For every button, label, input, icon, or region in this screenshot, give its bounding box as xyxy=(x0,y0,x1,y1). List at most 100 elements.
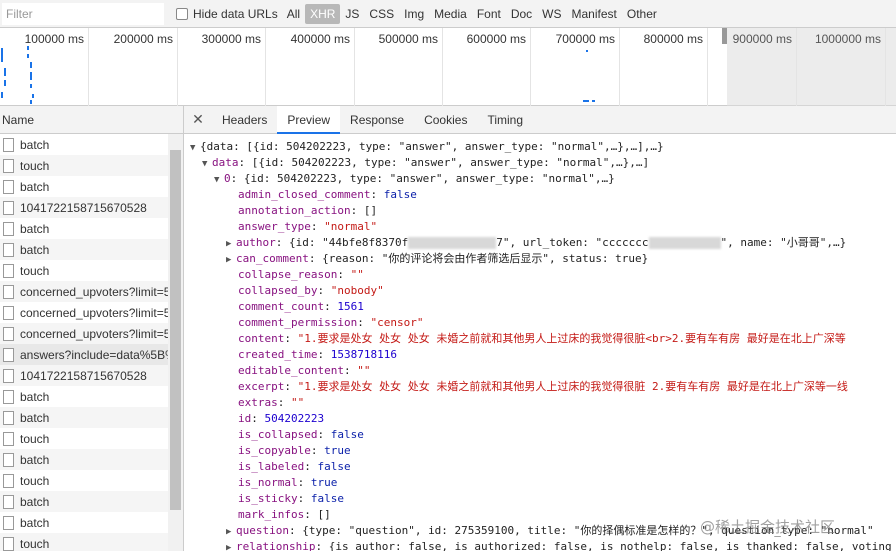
json-field-author[interactable]: ▶ author: {id: "44bfe8f8370f 7", url_token… xyxy=(226,235,846,251)
hide-data-urls-toggle[interactable]: Hide data URLs xyxy=(176,7,278,21)
json-key: collapse_reason xyxy=(238,268,338,281)
json-field-answer-type[interactable]: answer_type: "normal" xyxy=(238,219,377,235)
type-filter-font[interactable]: Font xyxy=(472,4,506,24)
json-preview: ▼ {data: [{id: 504202223, type: "answer",… xyxy=(184,134,896,551)
json-field-collapse-reason[interactable]: collapse_reason: "" xyxy=(238,267,364,283)
request-row[interactable]: batch xyxy=(0,491,183,512)
json-field-is-sticky[interactable]: is_sticky: false xyxy=(238,491,344,507)
request-list-scrollbar-thumb[interactable] xyxy=(170,150,181,510)
file-icon xyxy=(3,515,14,530)
type-filter-manifest[interactable]: Manifest xyxy=(567,4,622,24)
request-row[interactable]: batch xyxy=(0,134,183,155)
request-row[interactable]: batch xyxy=(0,176,183,197)
json-field-comment-permission[interactable]: comment_permission: "censor" xyxy=(238,315,423,331)
network-timeline[interactable]: 100000 ms 200000 ms 300000 ms 400000 ms 5000… xyxy=(0,28,896,109)
json-field-created-time[interactable]: created_time: 1538718116 xyxy=(238,347,397,363)
request-name: touch xyxy=(20,536,50,551)
json-field-is-collapsed[interactable]: is_collapsed: false xyxy=(238,427,364,443)
timeline-range-handle[interactable] xyxy=(722,28,727,44)
json-value: ", name: "小哥哥",…} xyxy=(720,236,847,249)
request-row[interactable]: touch xyxy=(0,428,183,449)
file-icon xyxy=(3,158,14,173)
column-header-name[interactable]: Name xyxy=(0,106,184,134)
request-row[interactable]: touch xyxy=(0,470,183,491)
tab-headers[interactable]: Headers xyxy=(212,106,277,134)
timeline-tick-label: 800000 ms xyxy=(643,32,703,46)
type-filter-js[interactable]: JS xyxy=(340,4,364,24)
json-field-editable-content[interactable]: editable_content: "" xyxy=(238,363,370,379)
request-name: concerned_upvoters?limit=5 xyxy=(20,305,168,320)
tab-timing[interactable]: Timing xyxy=(477,106,533,134)
json-value: false xyxy=(383,188,417,201)
resource-type-filters: All XHR JS CSS Img Media Font Doc WS Manifest Othe… xyxy=(282,3,662,24)
expand-triangle-icon[interactable]: ▶ xyxy=(226,252,236,268)
type-filter-img[interactable]: Img xyxy=(399,4,429,24)
timeline-request-bar xyxy=(30,62,32,68)
type-filter-media[interactable]: Media xyxy=(429,4,472,24)
json-key: collapsed_by xyxy=(238,284,318,297)
request-name: batch xyxy=(20,410,50,425)
expand-triangle-icon[interactable]: ▶ xyxy=(226,540,236,551)
timeline-tick-label: 200000 ms xyxy=(113,32,173,46)
request-row[interactable]: batch xyxy=(0,218,183,239)
request-row[interactable]: batch xyxy=(0,512,183,533)
request-row[interactable]: concerned_upvoters?limit=5 xyxy=(0,323,183,344)
request-row[interactable]: batch xyxy=(0,407,183,428)
json-key: is_sticky xyxy=(238,492,298,505)
type-filter-other[interactable]: Other xyxy=(622,4,662,24)
filter-input[interactable]: Filter xyxy=(2,2,164,25)
json-data-line[interactable]: ▼ data: [{id: 504202223, type: "answer", … xyxy=(202,155,649,171)
request-name: batch xyxy=(20,515,50,530)
json-key: annotation_action xyxy=(238,204,351,217)
json-field-extras[interactable]: extras: "" xyxy=(238,395,304,411)
json-key: id xyxy=(238,412,252,425)
json-field-comment-count[interactable]: comment_count: 1561 xyxy=(238,299,364,315)
timeline-request-bar xyxy=(30,84,32,88)
type-filter-css[interactable]: CSS xyxy=(364,4,399,24)
type-filter-ws[interactable]: WS xyxy=(537,4,566,24)
json-field-content[interactable]: content: "1.要求是处女 处女 处女 未婚之前就和其他男人上过床的我觉… xyxy=(238,331,846,347)
type-filter-all[interactable]: All xyxy=(282,4,305,24)
json-field-mark-infos[interactable]: mark_infos: [] xyxy=(238,507,331,523)
json-field-id[interactable]: id: 504202223 xyxy=(238,411,324,427)
json-item-0-line[interactable]: ▼ 0: {id: 504202223, type: "answer", answ… xyxy=(214,171,615,187)
expand-triangle-icon[interactable]: ▶ xyxy=(226,236,236,252)
tab-response[interactable]: Response xyxy=(340,106,414,134)
request-row[interactable]: batch xyxy=(0,449,183,470)
detail-tabs: ✕ Headers Preview Response Cookies Timing xyxy=(184,105,896,134)
json-root-line[interactable]: ▼ {data: [{id: 504202223, type: "answer",… xyxy=(190,139,664,155)
request-name: batch xyxy=(20,221,50,236)
json-field-is-copyable[interactable]: is_copyable: true xyxy=(238,443,351,459)
hide-data-urls-label: Hide data URLs xyxy=(193,6,278,21)
file-icon xyxy=(3,494,14,509)
request-row[interactable]: touch xyxy=(0,155,183,176)
file-icon xyxy=(3,326,14,341)
json-field-is-normal[interactable]: is_normal: true xyxy=(238,475,337,491)
request-row[interactable]: batch xyxy=(0,386,183,407)
type-filter-xhr[interactable]: XHR xyxy=(305,3,341,24)
hide-data-urls-checkbox[interactable] xyxy=(176,7,188,20)
request-row[interactable]: touch xyxy=(0,260,183,281)
json-field-is-labeled[interactable]: is_labeled: false xyxy=(238,459,351,475)
json-field-relationship[interactable]: ▶ relationship: {is_author: false, is_aut… xyxy=(226,539,892,551)
request-row[interactable]: 1041722158715670528 xyxy=(0,365,183,386)
json-field-annotation-action[interactable]: annotation_action: [] xyxy=(238,203,377,219)
request-row[interactable]: concerned_upvoters?limit=5 xyxy=(0,281,183,302)
file-icon xyxy=(3,473,14,488)
type-filter-doc[interactable]: Doc xyxy=(506,4,537,24)
json-field-admin-closed-comment[interactable]: admin_closed_comment: false xyxy=(238,187,417,203)
tab-cookies[interactable]: Cookies xyxy=(414,106,477,134)
json-value: {reason: "你的评论将会由作者筛选后显示", status: true} xyxy=(322,252,649,265)
close-detail-icon[interactable]: ✕ xyxy=(184,111,212,128)
json-field-collapsed-by[interactable]: collapsed_by: "nobody" xyxy=(238,283,384,299)
request-row[interactable]: concerned_upvoters?limit=5 xyxy=(0,302,183,323)
request-row[interactable]: 1041722158715670528 xyxy=(0,197,183,218)
timeline-request-bar xyxy=(1,92,3,98)
json-field-can-comment[interactable]: ▶ can_comment: {reason: "你的评论将会由作者筛选后显示",… xyxy=(226,251,648,267)
expand-triangle-icon[interactable]: ▶ xyxy=(226,524,236,540)
json-field-excerpt[interactable]: excerpt: "1.要求是处女 处女 处女 未婚之前就和其他男人上过床的我觉… xyxy=(238,379,848,395)
request-row[interactable]: batch xyxy=(0,239,183,260)
request-row[interactable]: touch xyxy=(0,533,183,551)
tab-preview[interactable]: Preview xyxy=(277,105,341,134)
request-row[interactable]: answers?include=data%5B%2A%5D xyxy=(0,344,183,365)
